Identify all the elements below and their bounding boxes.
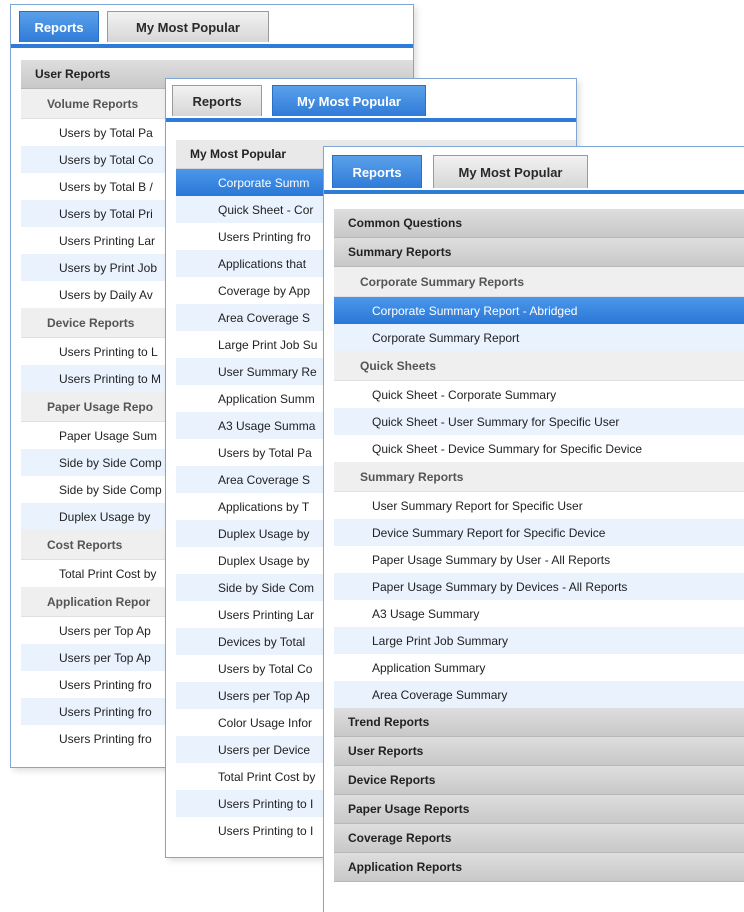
tab-my-most-popular[interactable]: My Most Popular <box>107 11 269 42</box>
section-header-user-reports[interactable]: User Reports <box>334 737 744 766</box>
subsection-header-corporate-summary-reports: Corporate Summary Reports <box>334 267 744 297</box>
report-item-paper-usage-summary-by-user-all-reports[interactable]: Paper Usage Summary by User - All Report… <box>334 546 744 573</box>
report-item-quick-sheet-device-summary-for-specific-device[interactable]: Quick Sheet - Device Summary for Specifi… <box>334 435 744 462</box>
tab-bar: Reports My Most Popular <box>324 147 744 194</box>
tab-reports[interactable]: Reports <box>332 155 422 188</box>
tab-underline <box>324 190 744 194</box>
report-item-application-summary[interactable]: Application Summary <box>334 654 744 681</box>
tab-underline <box>11 44 413 48</box>
section-header-device-reports[interactable]: Device Reports <box>334 766 744 795</box>
report-item-area-coverage-summary[interactable]: Area Coverage Summary <box>334 681 744 708</box>
section-header-summary-reports[interactable]: Summary Reports <box>334 238 744 267</box>
report-item-quick-sheet-user-summary-for-specific-user[interactable]: Quick Sheet - User Summary for Specific … <box>334 408 744 435</box>
report-list: Common Questions Summary Reports Corporate… <box>334 209 744 882</box>
report-item-corporate-summary-report[interactable]: Corporate Summary Report <box>334 324 744 351</box>
report-item-device-summary-report-for-specific-device[interactable]: Device Summary Report for Specific Devic… <box>334 519 744 546</box>
section-header-trend-reports[interactable]: Trend Reports <box>334 708 744 737</box>
report-item-corporate-summary-report-abridged[interactable]: Corporate Summary Report - Abridged <box>334 297 744 324</box>
tab-bar: Reports My Most Popular <box>11 5 413 48</box>
tab-reports[interactable]: Reports <box>172 85 262 116</box>
section-header-coverage-reports[interactable]: Coverage Reports <box>334 824 744 853</box>
report-item-a3-usage-summary[interactable]: A3 Usage Summary <box>334 600 744 627</box>
section-header-common-questions[interactable]: Common Questions <box>334 209 744 238</box>
subsection-header-summary-reports: Summary Reports <box>334 462 744 492</box>
report-item-paper-usage-summary-by-devices-all-reports[interactable]: Paper Usage Summary by Devices - All Rep… <box>334 573 744 600</box>
tab-my-most-popular[interactable]: My Most Popular <box>433 155 588 188</box>
tab-underline <box>166 118 576 122</box>
report-item-large-print-job-summary[interactable]: Large Print Job Summary <box>334 627 744 654</box>
reports-panel-front: Reports My Most Popular Common Questions… <box>323 146 744 912</box>
subsection-header-quick-sheets: Quick Sheets <box>334 351 744 381</box>
report-item-quick-sheet-corporate-summary[interactable]: Quick Sheet - Corporate Summary <box>334 381 744 408</box>
section-header-paper-usage-reports[interactable]: Paper Usage Reports <box>334 795 744 824</box>
tab-bar: Reports My Most Popular <box>166 79 576 122</box>
section-header-application-reports[interactable]: Application Reports <box>334 853 744 882</box>
tab-my-most-popular[interactable]: My Most Popular <box>272 85 426 116</box>
tab-reports[interactable]: Reports <box>19 11 99 42</box>
report-item-user-summary-report-for-specific-user[interactable]: User Summary Report for Specific User <box>334 492 744 519</box>
